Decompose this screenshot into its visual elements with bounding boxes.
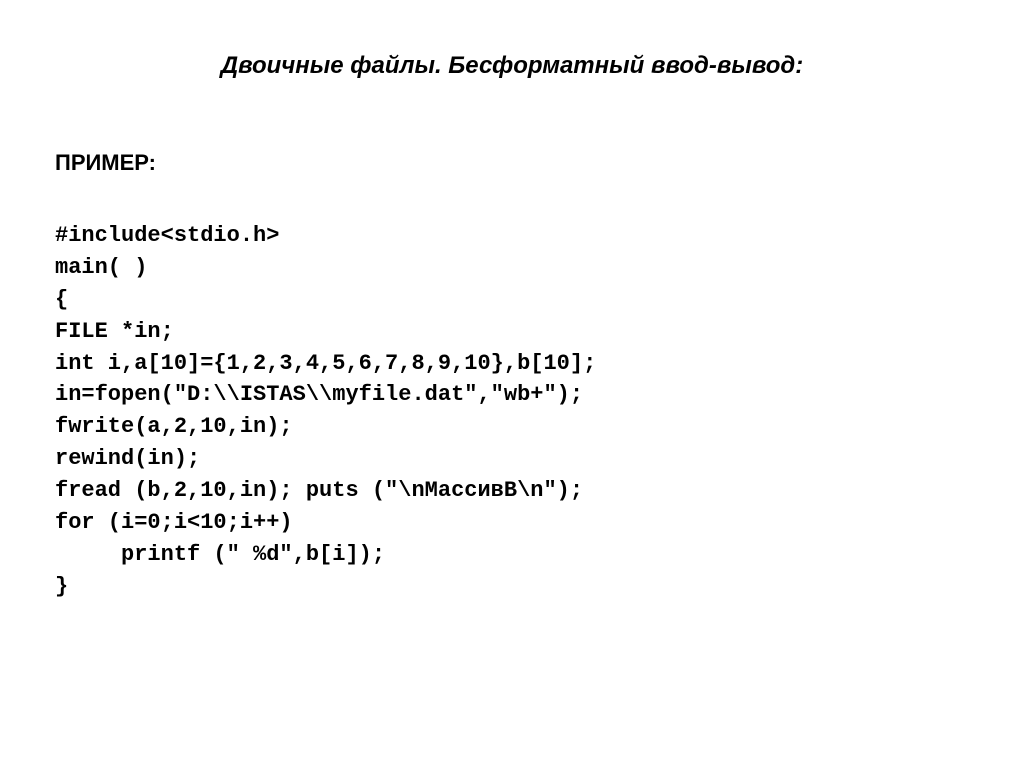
- example-label: ПРИМЕР:: [55, 150, 1024, 176]
- content-block: ПРИМЕР: #include<stdio.h> main( ) { FILE…: [0, 150, 1024, 603]
- slide-page: Двоичные файлы. Бесформатный ввод-вывод:…: [0, 0, 1024, 767]
- code-listing: #include<stdio.h> main( ) { FILE *in; in…: [55, 220, 1024, 603]
- page-title: Двоичные файлы. Бесформатный ввод-вывод:: [0, 52, 1024, 80]
